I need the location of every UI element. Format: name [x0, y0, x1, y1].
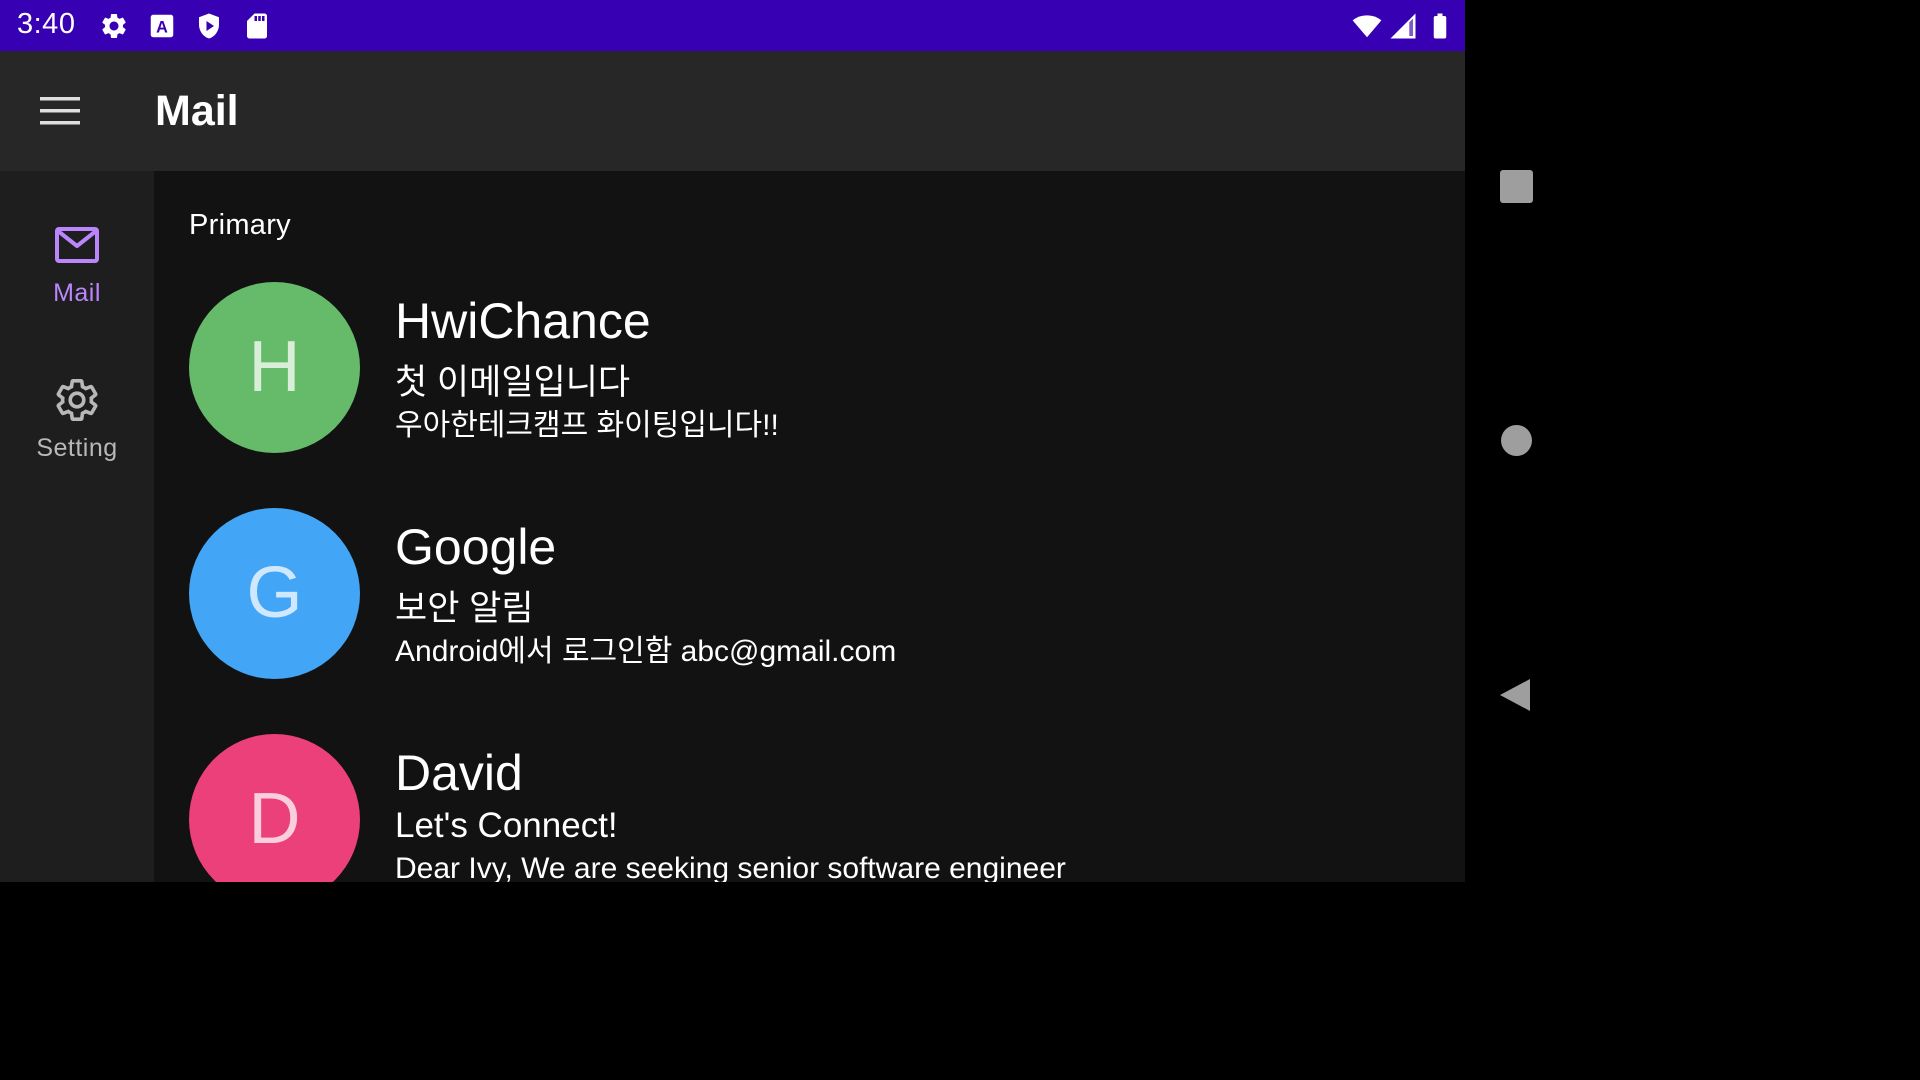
- avatar: D: [189, 734, 360, 882]
- avatar: H: [189, 282, 360, 453]
- rail-item-label: Setting: [36, 434, 118, 462]
- mail-sender: David: [395, 745, 523, 801]
- wifi-icon: [1352, 11, 1382, 41]
- status-bar: 3:40 A: [0, 0, 1465, 51]
- page-title: Mail: [155, 87, 239, 135]
- home-button[interactable]: [1501, 425, 1532, 456]
- mail-subject: 첫 이메일입니다: [395, 363, 631, 402]
- mail-list-item[interactable]: D David Let's Connect! Dear Ivy, We are …: [154, 734, 1465, 882]
- mail-preview: 우아한테크캠프 화이팅입니다!!: [395, 409, 779, 442]
- svg-text:A: A: [156, 18, 168, 36]
- battery-icon: [1425, 11, 1455, 41]
- back-triangle-icon: [1500, 679, 1530, 711]
- rail-item-label: Mail: [53, 279, 101, 307]
- rail-item-setting[interactable]: Setting: [0, 376, 154, 506]
- avatar: G: [189, 508, 360, 679]
- mail-sender: HwiChance: [395, 293, 651, 349]
- system-nav-bar: [1465, 0, 1568, 882]
- gear-icon: [53, 376, 101, 424]
- rail-item-mail[interactable]: Mail: [0, 221, 154, 351]
- back-button[interactable]: [1498, 677, 1532, 713]
- mail-preview: Dear Ivy, We are seeking senior software…: [395, 852, 1066, 882]
- text-a-icon: A: [147, 11, 177, 41]
- mail-subject: 보안 알림: [395, 589, 534, 628]
- mail-list-pane: Primary H HwiChance 첫 이메일입니다 우아한테크캠프 화이팅…: [154, 171, 1465, 882]
- status-time: 3:40: [17, 8, 76, 40]
- recents-button[interactable]: [1500, 170, 1533, 203]
- mail-sender: Google: [395, 519, 557, 575]
- mail-icon: [53, 221, 101, 269]
- section-header: Primary: [189, 209, 291, 241]
- mail-list-item[interactable]: H HwiChance 첫 이메일입니다 우아한테크캠프 화이팅입니다!!: [154, 282, 1465, 508]
- mail-list-item[interactable]: G Google 보안 알림 Android에서 로그인함 abc@gmail.…: [154, 508, 1465, 734]
- navigation-rail: Mail Setting: [0, 171, 154, 882]
- mail-subject: Let's Connect!: [395, 806, 618, 845]
- signal-icon: [1388, 11, 1418, 41]
- menu-icon: [40, 97, 80, 125]
- mail-preview: Android에서 로그인함 abc@gmail.com: [395, 635, 897, 668]
- gear-icon: [99, 11, 129, 41]
- sd-card-icon: [242, 11, 272, 41]
- shield-play-icon: [194, 11, 224, 41]
- menu-button[interactable]: [28, 87, 92, 135]
- top-app-bar: Mail: [0, 51, 1465, 171]
- app-screen: 3:40 A Mail Mail Setting Primary H HwiCh…: [0, 0, 1465, 882]
